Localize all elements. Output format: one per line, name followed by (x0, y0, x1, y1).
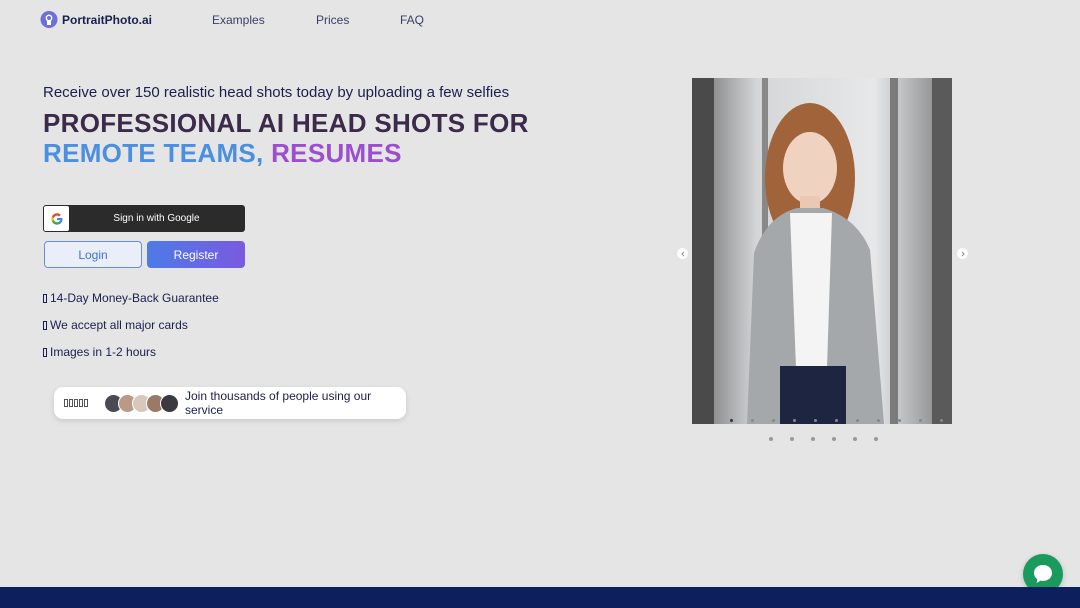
pagination-dot[interactable] (853, 437, 857, 441)
nav-faq[interactable]: FAQ (400, 13, 424, 27)
pagination-dot[interactable] (874, 437, 878, 441)
carousel-dot[interactable] (919, 419, 922, 422)
clock-icon (43, 347, 47, 357)
google-icon (44, 206, 69, 231)
hero-subhead: Receive over 150 realistic head shots to… (43, 84, 510, 101)
carousel-dot[interactable] (730, 419, 733, 422)
star-icon (69, 399, 73, 407)
headline-line-1: PROFESSIONAL AI HEAD SHOTS FOR (43, 108, 529, 138)
social-proof-text: Join thousands of people using our servi… (185, 389, 372, 417)
carousel-inner-dots (730, 419, 943, 422)
social-proof-pill: Join thousands of people using our servi… (54, 387, 406, 419)
carousel-prev-button[interactable] (677, 248, 688, 259)
carousel-dot[interactable] (751, 419, 754, 422)
hero-headline: PROFESSIONAL AI HEAD SHOTS FOR REMOTE TE… (43, 108, 529, 168)
carousel-dot[interactable] (793, 419, 796, 422)
footer-bar (0, 587, 1080, 608)
header: PortraitPhoto.ai Examples Prices FAQ (0, 0, 1080, 40)
star-icon (79, 399, 83, 407)
pagination-dot[interactable] (811, 437, 815, 441)
carousel-next-button[interactable] (957, 248, 968, 259)
login-button[interactable]: Login (44, 241, 142, 268)
google-signin-label: Sign in with Google (113, 213, 200, 224)
customer-avatars (104, 393, 179, 413)
pagination-dot[interactable] (790, 437, 794, 441)
carousel-dot[interactable] (856, 419, 859, 422)
logo-icon (40, 11, 58, 28)
feature-cards: We accept all major cards (43, 318, 188, 332)
star-icon (84, 399, 88, 407)
avatar (160, 393, 179, 413)
carousel-dot[interactable] (898, 419, 901, 422)
google-signin-button[interactable]: Sign in with Google (43, 205, 245, 232)
feature-label: 14-Day Money-Back Guarantee (50, 291, 219, 305)
pagination-dot[interactable] (769, 437, 773, 441)
chevron-left-icon (680, 251, 684, 256)
headline-resumes: RESUMES (263, 138, 402, 168)
logo-text: PortraitPhoto.ai (62, 12, 153, 27)
carousel-dot[interactable] (940, 419, 943, 422)
carousel-dot[interactable] (835, 419, 838, 422)
nav-examples[interactable]: Examples (212, 13, 265, 27)
rating-stars (64, 399, 88, 407)
carousel-dot[interactable] (772, 419, 775, 422)
logo[interactable]: PortraitPhoto.ai (40, 10, 152, 29)
carousel-pagination (769, 437, 878, 441)
headline-remote-teams: REMOTE TEAMS, (43, 138, 264, 168)
headline-line-2: REMOTE TEAMS, RESUMES (43, 138, 529, 168)
chevron-right-icon (961, 251, 965, 256)
star-icon (74, 399, 78, 407)
feature-label: Images in 1-2 hours (50, 345, 157, 359)
pagination-dot[interactable] (832, 437, 836, 441)
nav-prices[interactable]: Prices (316, 13, 349, 27)
chat-bubble-icon (1034, 565, 1052, 583)
star-icon (64, 399, 68, 407)
headshot-carousel[interactable] (692, 78, 952, 424)
feature-money-back: 14-Day Money-Back Guarantee (43, 291, 219, 305)
carousel-dot[interactable] (877, 419, 880, 422)
register-button[interactable]: Register (147, 241, 245, 268)
headshot-photo (692, 78, 952, 424)
carousel-dot[interactable] (814, 419, 817, 422)
feature-delivery-time: Images in 1-2 hours (43, 345, 156, 359)
feature-label: We accept all major cards (50, 318, 188, 332)
card-icon (43, 320, 47, 330)
check-icon (43, 293, 47, 303)
